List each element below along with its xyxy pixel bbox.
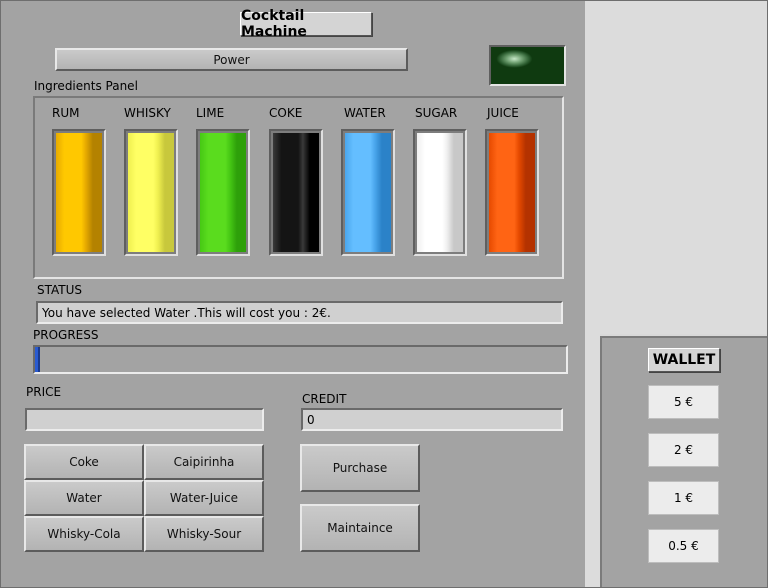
app-title: Cocktail Machine: [240, 8, 372, 40]
ingredient-name-sugar: SUGAR: [415, 106, 458, 120]
ingredient-tank-lime: [196, 129, 250, 256]
status-display: You have selected Water .This will cost …: [36, 301, 563, 324]
progress-bar-fill: [35, 347, 41, 372]
tank-level-whisky: [128, 133, 174, 252]
drink-button-whisky-sour[interactable]: Whisky-Sour: [144, 516, 264, 552]
drink-button-water[interactable]: Water: [24, 480, 144, 516]
status-label: STATUS: [37, 283, 83, 297]
ingredient-name-juice: JUICE: [487, 106, 519, 120]
ingredient-name-lime: LIME: [196, 106, 225, 120]
side-blank-strip: [585, 334, 600, 587]
tank-level-rum: [56, 133, 102, 252]
progress-label: PROGRESS: [33, 328, 99, 342]
tank-level-lime: [200, 133, 246, 252]
credit-label: CREDIT: [302, 392, 347, 406]
ingredient-tank-sugar: [413, 129, 467, 256]
tank-level-juice: [489, 133, 535, 252]
power-indicator-led: [489, 45, 566, 86]
ingredient-name-coke: COKE: [269, 106, 303, 120]
price-label: PRICE: [26, 385, 62, 399]
tank-level-water: [345, 133, 391, 252]
ingredient-name-water: WATER: [344, 106, 386, 120]
power-button[interactable]: Power: [55, 48, 408, 71]
drink-button-caipirinha[interactable]: Caipirinha: [144, 444, 264, 480]
coin-button-2-euro[interactable]: 2 €: [648, 433, 719, 467]
tank-level-coke: [273, 133, 319, 252]
ingredient-tank-juice: [485, 129, 539, 256]
ingredient-tank-whisky: [124, 129, 178, 256]
maintenance-button[interactable]: Maintaince: [300, 504, 420, 552]
progress-bar: [33, 345, 568, 374]
price-display: [25, 408, 264, 431]
coin-button-5-euro[interactable]: 5 €: [648, 385, 719, 419]
credit-display: 0: [301, 408, 563, 431]
coin-button-1-euro[interactable]: 1 €: [648, 481, 719, 515]
drink-button-whisky-cola[interactable]: Whisky-Cola: [24, 516, 144, 552]
ingredient-name-whisky: WHISKY: [124, 106, 171, 120]
ingredient-tank-water: [341, 129, 395, 256]
tank-level-sugar: [417, 133, 463, 252]
purchase-button[interactable]: Purchase: [300, 444, 420, 492]
ingredient-tank-coke: [269, 129, 323, 256]
coin-button-0-5-euro[interactable]: 0.5 €: [648, 529, 719, 563]
wallet-title: WALLET: [648, 348, 720, 372]
ingredient-name-rum: RUM: [52, 106, 80, 120]
drink-button-water-juice[interactable]: Water-Juice: [144, 480, 264, 516]
drink-button-coke[interactable]: Coke: [24, 444, 144, 480]
ingredients-panel-label: Ingredients Panel: [34, 79, 138, 93]
ingredient-tank-rum: [52, 129, 106, 256]
side-blank-area: [585, 1, 767, 334]
